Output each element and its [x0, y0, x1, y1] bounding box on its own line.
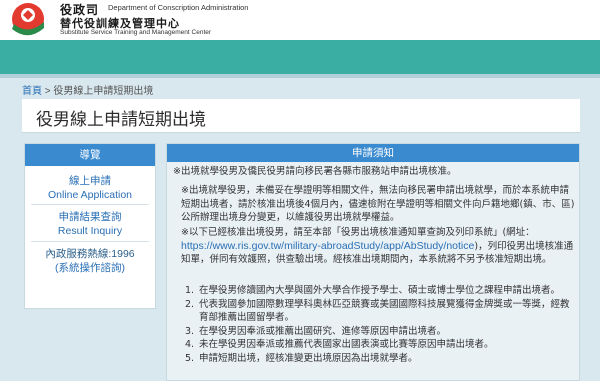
nav-band	[0, 40, 600, 74]
org-name-en: Department of Conscription Administratio…	[108, 3, 249, 12]
list-item-text: 在學役男修讀國內大學與國外大學合作授予學士、碩士或博士學位之課程申請出境者。	[199, 285, 561, 296]
list-item-text: 在學役男因奉派或推薦出國研究、進修等原因申請出境者。	[199, 325, 447, 337]
list-item: 4. 未在學役男因奉派或推薦代表國家出國表演或比賽等原因申請出境者。	[185, 339, 494, 350]
nav-band-shadow	[0, 74, 600, 78]
breadcrumb-separator: >	[44, 86, 51, 97]
notice-study-paragraph: ※出境就學役男，未備妥在學證明等相關文件，無法向移民署申請出境就學，而於本系統申…	[181, 185, 575, 223]
notice-record-prefix: ※以下已經核准出境役男，請至本部「役男出境核准通知單查詢及列印系統」(網址：	[181, 227, 535, 238]
notice-panel: 申請須知 ※出境就學役男及僑民役男請向移民署各縣市服務站申請出境核准。 ※出境就…	[166, 143, 580, 381]
sidebar-heading: 導覽	[25, 144, 155, 166]
sidebar-hotline: 內政服務熱線:1996 (系統操作諮詢)	[25, 247, 155, 275]
notice-intro: ※出境就學役男及僑民役男請向移民署各縣市服務站申請出境核准。	[173, 166, 457, 177]
sidebar-hotline-sub[interactable]: (系統操作諮詢)	[25, 261, 155, 275]
sidebar-item-apply-en[interactable]: Online Application	[25, 188, 155, 202]
page-title-bar: 役男線上申請短期出境	[22, 99, 580, 133]
list-item-text: 申請短期出境，經核准變更出境原因為出境就學者。	[199, 352, 418, 364]
sidebar-item-query-en[interactable]: Result Inquiry	[25, 224, 155, 238]
sidebar-item-apply-zh[interactable]: 線上申請	[25, 174, 155, 188]
notice-record-paragraph: ※以下已經核准出境役男，請至本部「役男出境核准通知單查詢及列印系統」(網址： ht…	[181, 226, 577, 267]
list-item: 1. 在學役男修讀國內大學與國外大學合作授予學士、碩士或博士學位之課程申請出境者。	[185, 285, 561, 296]
list-item-text: 代表我國參加國際數理學科奧林匹亞競賽或美國國際科技展覽獲得金牌獎或一等獎，經教育…	[199, 298, 570, 324]
sidebar-item-apply[interactable]: 線上申請 Online Application	[25, 174, 155, 202]
breadcrumb-home-link[interactable]: 首頁	[22, 86, 42, 97]
notice-list: 1. 在學役男修讀國內大學與國外大學合作授予學士、碩士或博士學位之課程申請出境者。…	[185, 284, 575, 365]
sidebar-item-query-zh[interactable]: 申請結果查詢	[25, 210, 155, 224]
sidebar-divider	[31, 241, 149, 242]
breadcrumb-current: 役男線上申請短期出境	[53, 86, 154, 97]
breadcrumb: 首頁 > 役男線上申請短期出境	[22, 82, 153, 97]
sidebar: 導覽 線上申請 Online Application 申請結果查詢 Result…	[24, 143, 156, 309]
sidebar-divider	[31, 204, 149, 205]
list-item: 3. 在學役男因奉派或推薦出國研究、進修等原因申請出境者。	[185, 325, 447, 337]
site-header: 役政司 Department of Conscription Administr…	[0, 0, 600, 40]
list-item: 5. 申請短期出境，經核准變更出境原因為出境就學者。	[185, 352, 418, 364]
notice-record-link[interactable]: https://www.ris.gov.tw/military-abroadSt…	[181, 240, 474, 252]
sidebar-item-query[interactable]: 申請結果查詢 Result Inquiry	[25, 210, 155, 238]
list-item-text: 未在學役男因奉派或推薦代表國家出國表演或比賽等原因申請出境者。	[199, 339, 494, 350]
page-title: 役男線上申請短期出境	[36, 110, 206, 130]
list-item: 2. 代表我國參加國際數理學科奧林匹亞競賽或美國國際科技展覽獲得金牌獎或一等獎，經…	[185, 298, 570, 324]
sidebar-hotline-number: 內政服務熱線:1996	[45, 248, 135, 260]
notice-heading: 申請須知	[167, 144, 579, 162]
agency-logo-icon	[12, 3, 44, 36]
center-name-en: Substitute Service Training and Manageme…	[60, 29, 212, 36]
